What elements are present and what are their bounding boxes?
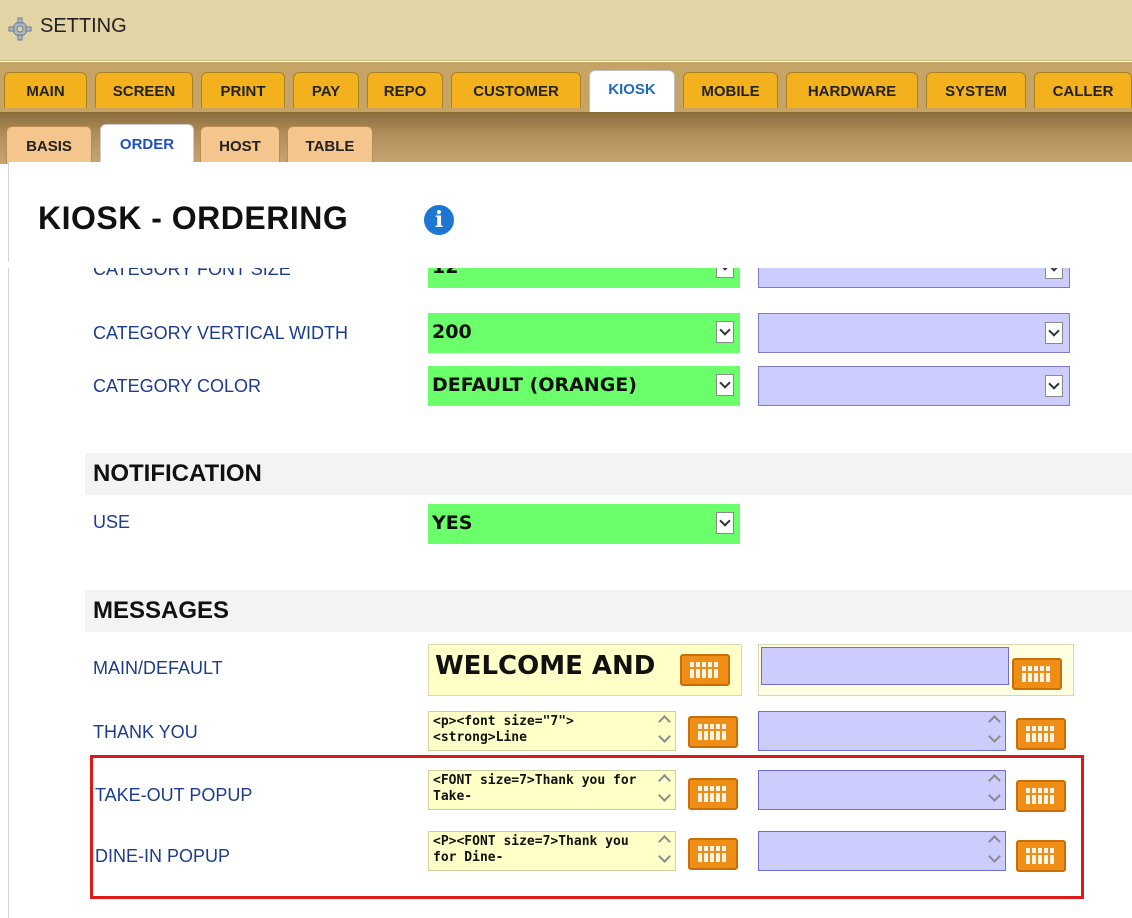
tab-mobile[interactable]: MOBILE [683,72,778,108]
tab-print[interactable]: PRINT [201,72,285,108]
tab-screen[interactable]: SCREEN [95,72,193,108]
subtab-order[interactable]: ORDER [100,124,194,166]
category-vertical-width-value: 200 [432,321,472,343]
notification-use-select[interactable]: YES [428,504,740,544]
tab-pay[interactable]: PAY [293,72,359,108]
subtab-basis[interactable]: BASIS [6,126,92,164]
main-default-message-value: WELCOME AND [435,651,656,681]
chevron-down-icon [1045,322,1063,344]
thank-you-alt-textarea[interactable] [758,711,1006,751]
category-vertical-width-label: CATEGORY VERTICAL WIDTH [93,323,349,343]
category-color-select[interactable]: DEFAULT (ORANGE) [428,366,740,406]
scroll-arrows-icon[interactable] [987,714,1003,748]
main-default-alt-input[interactable] [761,647,1009,685]
chevron-down-icon [1045,375,1063,397]
messages-section-band [85,590,1132,632]
main-tab-bar: MAIN SCREEN PRINT PAY REPO CUSTOMER KIOS… [0,62,1132,116]
keyboard-icon[interactable] [680,654,730,686]
tab-customer[interactable]: CUSTOMER [451,72,581,108]
notification-use-value: YES [432,512,473,534]
tab-repo[interactable]: REPO [367,72,443,108]
main-default-label: MAIN/DEFAULT [93,658,223,678]
keyboard-icon[interactable] [1016,718,1066,750]
messages-section-title: MESSAGES [93,597,230,624]
title-bar: SETTING [0,0,1132,61]
thank-you-textarea[interactable]: <p><font size="7"><strong>Line [428,711,676,751]
category-color-label: CATEGORY COLOR [93,376,262,396]
gear-icon [8,17,32,41]
subtab-host[interactable]: HOST [200,126,280,164]
tab-caller[interactable]: CALLER [1034,72,1132,108]
thank-you-label: THANK YOU [93,722,198,742]
tab-hardware[interactable]: HARDWARE [786,72,918,108]
keyboard-icon[interactable] [688,716,738,748]
highlight-box [90,755,1084,899]
scroll-arrows-icon[interactable] [657,714,673,748]
tab-main[interactable]: MAIN [4,72,87,108]
notification-use-label: USE [93,512,131,532]
page-title: KIOSK - ORDERING [38,200,349,236]
tab-system[interactable]: SYSTEM [926,72,1026,108]
category-vertical-width-select[interactable]: 200 [428,313,740,353]
tab-kiosk[interactable]: KIOSK [589,70,675,112]
keyboard-icon[interactable] [1012,658,1062,690]
chevron-down-icon [716,512,734,534]
sub-tab-bar: BASIS ORDER HOST TABLE [0,114,1132,166]
category-color-value: DEFAULT (ORANGE) [432,374,637,396]
window-title: SETTING [40,15,127,37]
chevron-down-icon [716,374,734,396]
subtab-table[interactable]: TABLE [287,126,373,164]
category-color-alt-select[interactable] [758,366,1070,406]
thank-you-value: <p><font size="7"><strong>Line [433,714,574,745]
info-icon[interactable]: i [424,205,454,235]
chevron-down-icon [716,321,734,343]
category-vertical-width-alt-select[interactable] [758,313,1070,353]
notification-section-title: NOTIFICATION [93,460,262,487]
scroll-fade [0,262,1132,268]
